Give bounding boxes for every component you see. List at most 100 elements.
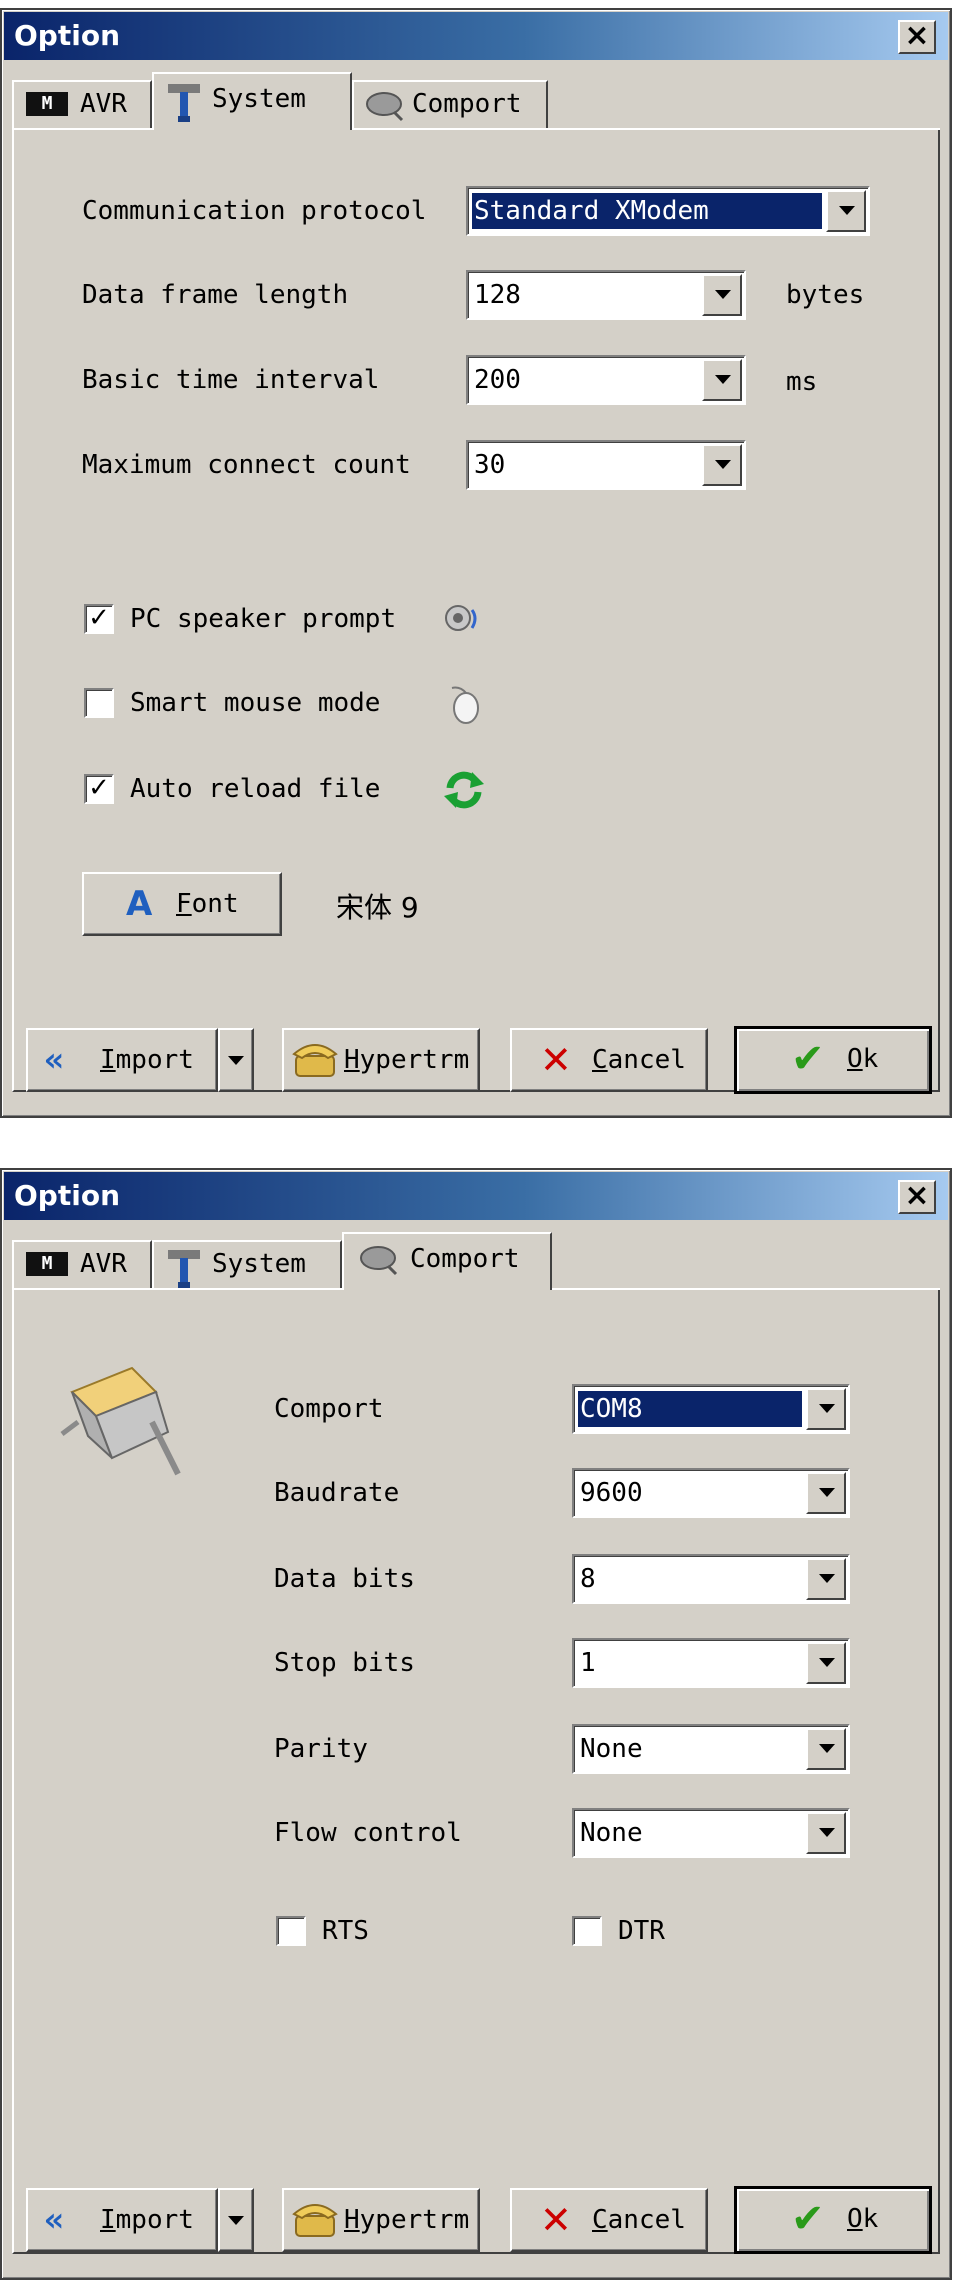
auto-reload-checkbox[interactable]: ✓ (84, 774, 114, 804)
ok-check-icon: ✔ (791, 2196, 825, 2242)
rts-label[interactable]: RTS (322, 1916, 369, 1946)
chevron-down-icon (228, 1056, 244, 1065)
tab-system[interactable]: System (152, 1240, 342, 1288)
chevron-down-icon[interactable] (806, 1388, 846, 1430)
flow-control-dropdown[interactable]: None (572, 1808, 850, 1858)
ok-check-icon: ✔ (791, 1036, 825, 1082)
ok-label: Ok (847, 1029, 878, 1089)
hypertrm-button[interactable]: Hypertrm (282, 2188, 480, 2252)
tab-avr[interactable]: M AVR (12, 1240, 152, 1288)
time-interval-dropdown[interactable]: 200 (466, 355, 746, 405)
cancel-mnemonic: C (592, 2205, 608, 2235)
stop-bits-value: 1 (580, 1648, 596, 1678)
dtr-checkbox[interactable] (572, 1916, 602, 1946)
tools-icon (168, 84, 200, 122)
speaker-prompt-label[interactable]: PC speaker prompt (130, 604, 396, 634)
telephone-icon (292, 1044, 338, 1077)
time-interval-label: Basic time interval (82, 365, 380, 395)
import-arrows-icon: « (44, 1040, 65, 1080)
title-bar: Option × (4, 1172, 948, 1220)
plug-icon (360, 1246, 398, 1276)
frame-length-unit: bytes (786, 280, 865, 310)
hypertrm-mnemonic: H (344, 1045, 360, 1075)
tab-system-label: System (212, 84, 306, 114)
frame-length-dropdown[interactable]: 128 (466, 270, 746, 320)
tab-strip: M AVR System Comport (12, 72, 932, 132)
import-dropdown-button[interactable] (218, 2188, 254, 2252)
ok-button[interactable]: ✔ Ok (734, 2186, 932, 2254)
ok-label: Ok (847, 2189, 878, 2249)
font-letter-icon: A (126, 884, 153, 924)
option-dialog-comport: Option × M AVR System Comport Comport CO… (0, 1168, 952, 2280)
import-button[interactable]: « Import (26, 2188, 218, 2252)
tab-comport[interactable]: Comport (352, 80, 548, 128)
ok-label-rest: k (862, 2204, 879, 2234)
smart-mouse-label[interactable]: Smart mouse mode (130, 688, 380, 718)
hypertrm-label-rest: ypertrm (359, 2205, 470, 2235)
import-label-rest: mport (115, 2205, 194, 2235)
stop-bits-dropdown[interactable]: 1 (572, 1638, 850, 1688)
ok-button[interactable]: ✔ Ok (734, 1026, 932, 1094)
cancel-x-icon: ✕ (540, 1038, 572, 1082)
serial-connector-icon (60, 1366, 181, 1476)
chevron-down-icon[interactable] (702, 274, 742, 316)
import-arrows-icon: « (44, 2200, 65, 2240)
cancel-label-rest: ancel (607, 2205, 686, 2235)
connect-count-dropdown[interactable]: 30 (466, 440, 746, 490)
rts-checkbox[interactable] (276, 1916, 306, 1946)
frame-length-value: 128 (474, 280, 521, 310)
baudrate-value: 9600 (580, 1478, 643, 1508)
ok-label-rest: k (862, 1044, 879, 1074)
chevron-down-icon[interactable] (806, 1812, 846, 1854)
import-label: Import (100, 1030, 194, 1090)
import-label-rest: mport (115, 1045, 194, 1075)
font-mnemonic: F (176, 889, 192, 919)
refresh-icon (444, 771, 484, 809)
tab-avr-label: AVR (80, 89, 127, 119)
chevron-down-icon[interactable] (826, 190, 866, 232)
chevron-down-icon[interactable] (806, 1728, 846, 1770)
tab-avr[interactable]: M AVR (12, 80, 152, 128)
stop-bits-label: Stop bits (274, 1648, 415, 1678)
time-interval-value: 200 (474, 365, 521, 395)
dtr-label[interactable]: DTR (618, 1916, 665, 1946)
cancel-mnemonic: C (592, 1045, 608, 1075)
hypertrm-button[interactable]: Hypertrm (282, 1028, 480, 1092)
data-bits-dropdown[interactable]: 8 (572, 1554, 850, 1604)
comport-dropdown[interactable]: COM8 (572, 1384, 850, 1434)
connect-count-value: 30 (474, 450, 506, 480)
cancel-button[interactable]: ✕ Cancel (510, 2188, 708, 2252)
window-title: Option (14, 19, 120, 52)
font-button-label: Font (176, 874, 239, 934)
font-button[interactable]: A Font (82, 872, 282, 936)
close-button[interactable]: × (898, 20, 936, 54)
font-value: 宋体 9 (336, 891, 419, 924)
speaker-prompt-checkbox[interactable]: ✓ (84, 604, 114, 634)
ok-mnemonic: O (847, 1044, 863, 1074)
parity-value: None (580, 1734, 643, 1764)
close-icon: × (904, 1178, 930, 1213)
parity-label: Parity (274, 1734, 368, 1764)
data-bits-label: Data bits (274, 1564, 415, 1594)
cancel-label: Cancel (592, 2190, 686, 2250)
chevron-down-icon[interactable] (702, 444, 742, 486)
auto-reload-label[interactable]: Auto reload file (130, 774, 380, 804)
speaker-icon (445, 605, 477, 631)
import-button[interactable]: « Import (26, 1028, 218, 1092)
tab-comport-label: Comport (412, 89, 522, 119)
close-button[interactable]: × (898, 1180, 936, 1214)
tab-system[interactable]: System (152, 72, 352, 130)
chevron-down-icon[interactable] (806, 1642, 846, 1684)
chip-icon: M (26, 1252, 68, 1276)
chevron-down-icon[interactable] (702, 359, 742, 401)
chevron-down-icon[interactable] (806, 1558, 846, 1600)
protocol-dropdown[interactable]: Standard XModem (466, 186, 870, 236)
cancel-button[interactable]: ✕ Cancel (510, 1028, 708, 1092)
chevron-down-icon[interactable] (806, 1472, 846, 1514)
import-dropdown-button[interactable] (218, 1028, 254, 1092)
tab-comport[interactable]: Comport (342, 1232, 552, 1290)
baudrate-dropdown[interactable]: 9600 (572, 1468, 850, 1518)
chevron-down-icon (228, 2216, 244, 2225)
parity-dropdown[interactable]: None (572, 1724, 850, 1774)
smart-mouse-checkbox[interactable] (84, 688, 114, 718)
